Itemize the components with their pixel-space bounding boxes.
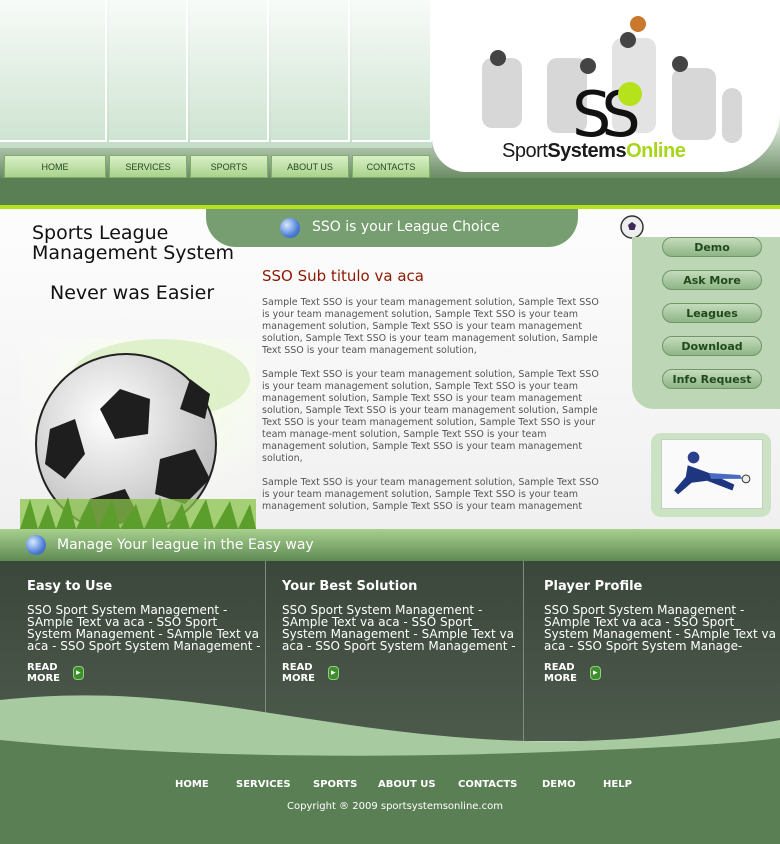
top-nav: HOME SERVICES SPORTS ABOUT US CONTACTS [4, 155, 430, 178]
main-section: Sports League Management System Never wa… [0, 209, 780, 529]
read-more-label: READ MORE [544, 662, 577, 684]
site-header: SS SportSystemsOnline HOME SERVICES SPOR… [0, 0, 780, 209]
nav-contacts[interactable]: CONTACTS [352, 155, 430, 178]
athlete-head [672, 56, 688, 72]
main-content: SSO Sub titulo va aca Sample Text SSO is… [262, 267, 602, 525]
bullet-orb-icon [26, 535, 46, 555]
thumbnail-frame [661, 439, 763, 509]
athlete-head [490, 50, 506, 66]
read-more-link[interactable]: READ MORE ▸ [27, 662, 84, 684]
brand-part-online: Online [626, 140, 686, 162]
site-footer: HOME SERVICES SPORTS ABOUT US CONTACTS D… [0, 760, 780, 844]
content-subheading: SSO Sub titulo va aca [262, 267, 424, 285]
sso-logo-mark: SS [572, 78, 647, 143]
header-panel [271, 0, 350, 142]
read-more-label: READ MORE [27, 662, 60, 684]
athlete-head [580, 58, 596, 74]
footer-link-contacts[interactable]: CONTACTS [458, 779, 517, 790]
soccer-ball-photo [20, 339, 256, 529]
hero-title-line1: Sports League [32, 222, 169, 244]
copyright-text: Copyright ® 2009 sportsystemsonline.com [287, 801, 503, 812]
ask-more-button[interactable]: Ask More [662, 270, 762, 290]
nav-about-us[interactable]: ABOUT US [271, 155, 349, 178]
nav-services[interactable]: SERVICES [109, 155, 187, 178]
nav-home[interactable]: HOME [4, 155, 106, 178]
brand-wordmark: SportSystemsOnline [502, 140, 686, 163]
download-button[interactable]: Download [662, 336, 762, 356]
feature-title: Your Best Solution [282, 579, 418, 594]
arrow-right-icon[interactable]: ▸ [589, 666, 601, 680]
header-panel [109, 0, 188, 142]
read-more-label: READ MORE [282, 662, 315, 684]
footer-link-demo[interactable]: DEMO [542, 779, 576, 790]
leagues-button[interactable]: Leagues [662, 303, 762, 323]
athlete-head [620, 32, 636, 48]
footer-link-about-us[interactable]: ABOUT US [378, 779, 436, 790]
headline-tab: SSO is your League Choice [206, 209, 578, 247]
hero-subtitle: Never was Easier [50, 282, 215, 304]
content-paragraph: Sample Text SSO is your team management … [262, 297, 599, 356]
arrow-right-icon[interactable]: ▸ [327, 666, 339, 680]
feature-body: SSO Sport System Management - SAmple Tex… [282, 603, 516, 653]
footer-link-services[interactable]: SERVICES [236, 779, 291, 790]
kicking-player-image [662, 440, 762, 508]
read-more-link[interactable]: READ MORE ▸ [282, 662, 339, 684]
tagline-bar: Manage Your league in the Easy way [0, 529, 780, 561]
arrow-right-icon[interactable]: ▸ [72, 666, 84, 680]
feature-title: Easy to Use [27, 579, 113, 594]
footer-link-home[interactable]: HOME [175, 779, 209, 790]
feature-body: SSO Sport System Management - SAmple Tex… [27, 603, 261, 653]
hero-title-line2: Management System [32, 242, 235, 264]
header-panel [352, 0, 432, 142]
content-paragraph: Sample Text SSO is your team management … [262, 477, 599, 512]
brand-part-sport: Sport [502, 140, 548, 162]
player-thumbnail [651, 433, 771, 517]
header-grid-area [0, 0, 432, 148]
soccer-ball-icon [620, 215, 644, 239]
footer-nav: HOME SERVICES SPORTS ABOUT US CONTACTS D… [0, 779, 780, 793]
bullet-orb-icon [280, 218, 300, 238]
brand-part-systems: Systems [547, 140, 627, 162]
logo-banner: SS SportSystemsOnline [432, 0, 780, 172]
tagline-text: Manage Your league in the Easy way [57, 537, 314, 553]
athlete-figure [482, 58, 522, 128]
header-panel [190, 0, 269, 142]
header-dark-band [0, 178, 780, 205]
basketball-icon [630, 16, 646, 32]
content-paragraph: Sample Text SSO is your team management … [262, 369, 599, 464]
info-request-button[interactable]: Info Request [662, 369, 762, 389]
feature-title: Player Profile [544, 579, 643, 594]
footer-link-help[interactable]: HELP [603, 779, 632, 790]
decorative-wave [0, 695, 780, 770]
nav-sports[interactable]: SPORTS [190, 155, 268, 178]
athlete-figure [722, 88, 742, 143]
demo-button[interactable]: Demo [662, 237, 762, 257]
footer-link-sports[interactable]: SPORTS [313, 779, 357, 790]
header-panel [0, 0, 107, 142]
hero-column: Sports League Management System Never wa… [0, 209, 256, 529]
headline-tab-text: SSO is your League Choice [312, 219, 500, 235]
read-more-link[interactable]: READ MORE ▸ [544, 662, 601, 684]
side-menu: Demo Ask More Leagues Download Info Requ… [632, 237, 780, 409]
hero-title: Sports League Management System [32, 223, 234, 263]
feature-body: SSO Sport System Management - SAmple Tex… [544, 603, 776, 653]
